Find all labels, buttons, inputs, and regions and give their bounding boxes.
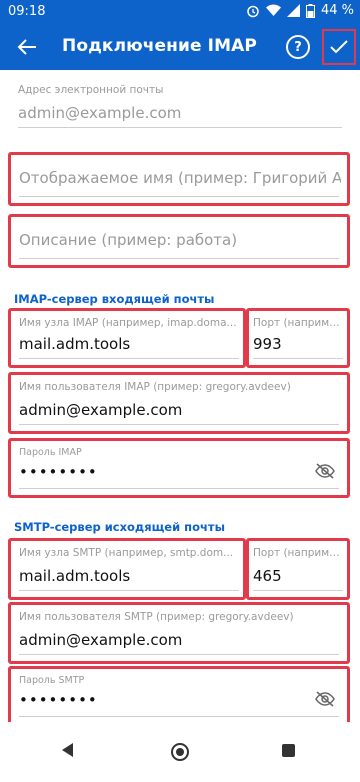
smtp-host-field[interactable]: Имя узла SMTP (например, smtp.dom... mai… <box>8 538 246 600</box>
smtp-password-field[interactable]: Пароль SMTP •••••••• <box>8 666 350 726</box>
display-name-field[interactable]: Отображаемое имя (пример: Григорий Ав... <box>8 152 350 206</box>
back-button[interactable] <box>12 32 42 62</box>
email-value: admin@example.com <box>18 104 182 122</box>
smtp-password-value: •••••••• <box>19 691 98 709</box>
email-label: Адрес электронной почты <box>18 84 164 96</box>
eye-off-icon[interactable] <box>315 463 335 479</box>
status-icons: 44 % <box>246 3 354 18</box>
imap-port-field[interactable]: Порт (наприме... 993 <box>246 308 350 368</box>
battery-icon <box>305 3 315 18</box>
nav-home-icon[interactable] <box>171 743 189 761</box>
smtp-host-label: Имя узла SMTP (например, smtp.dom... <box>19 547 234 559</box>
imap-port-value: 993 <box>253 335 282 353</box>
imap-host-field[interactable]: Имя узла IMAP (например, imap.doma... ma… <box>8 308 246 368</box>
app-bar: Подключение IMAP ? <box>0 24 360 70</box>
imap-host-label: Имя узла IMAP (например, imap.doma... <box>19 317 237 329</box>
smtp-host-value: mail.adm.tools <box>19 567 131 585</box>
imap-password-underline <box>19 488 339 489</box>
help-icon[interactable]: ? <box>286 35 310 59</box>
smtp-username-underline <box>19 654 339 655</box>
imap-username-field[interactable]: Имя пользователя IMAP (пример: gregory.a… <box>8 372 350 434</box>
check-icon <box>330 40 348 54</box>
save-button[interactable] <box>322 29 356 65</box>
email-underline <box>18 127 342 128</box>
smtp-username-value: admin@example.com <box>19 631 183 649</box>
smtp-password-label: Пароль SMTP <box>19 675 85 686</box>
eye-off-icon[interactable] <box>315 691 335 707</box>
description-field[interactable]: Описание (пример: работа) <box>8 214 350 268</box>
email-field: Адрес электронной почты admin@example.co… <box>14 80 346 134</box>
display-name-placeholder: Отображаемое имя (пример: Григорий Ав... <box>19 169 341 187</box>
imap-port-underline <box>253 358 343 359</box>
status-bar: 09:18 44 % <box>0 0 360 24</box>
imap-username-label: Имя пользователя IMAP (пример: gregory.a… <box>19 381 291 393</box>
battery-percent: 44 % <box>320 3 354 18</box>
description-underline <box>19 258 339 259</box>
display-name-underline <box>19 196 339 197</box>
back-arrow-icon <box>17 39 36 55</box>
imap-username-value: admin@example.com <box>19 401 183 419</box>
smtp-host-underline <box>19 590 239 591</box>
alarm-icon <box>247 5 259 17</box>
imap-port-label: Порт (наприме... <box>253 317 345 329</box>
smtp-section-title: SMTP-сервер исходящей почты <box>14 520 225 534</box>
smtp-port-field[interactable]: Порт (наприме... 465 <box>246 538 350 600</box>
help-glyph: ? <box>294 39 302 55</box>
smtp-username-label: Имя пользователя SMTP (пример: gregory.a… <box>19 611 294 623</box>
status-time: 09:18 <box>8 4 46 19</box>
nav-back-icon[interactable] <box>62 743 73 757</box>
smtp-port-underline <box>253 590 343 591</box>
imap-password-field[interactable]: Пароль IMAP •••••••• <box>8 438 350 498</box>
page-title: Подключение IMAP <box>62 36 257 56</box>
imap-host-underline <box>19 358 239 359</box>
imap-password-value: •••••••• <box>19 463 98 481</box>
smtp-port-label: Порт (наприме... <box>253 547 345 559</box>
smtp-password-underline <box>19 716 339 717</box>
signal-icon <box>286 4 300 17</box>
description-placeholder: Описание (пример: работа) <box>19 231 238 249</box>
system-nav-bar <box>0 722 360 782</box>
imap-section-title: IMAP-сервер входящей почты <box>14 292 215 306</box>
smtp-username-field[interactable]: Имя пользователя SMTP (пример: gregory.a… <box>8 602 350 664</box>
nav-recents-icon[interactable] <box>282 744 295 757</box>
imap-host-value: mail.adm.tools <box>19 335 131 353</box>
wifi-icon <box>265 4 281 16</box>
smtp-port-value: 465 <box>253 567 282 585</box>
imap-username-underline <box>19 424 339 425</box>
imap-password-label: Пароль IMAP <box>19 447 82 458</box>
